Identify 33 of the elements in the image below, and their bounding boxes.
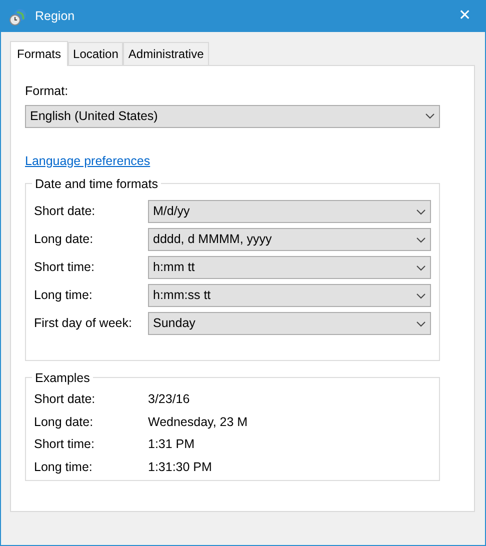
example-label: Long time: (34, 458, 94, 476)
example-label: Long date: (34, 414, 94, 431)
field-label: First day of week: (34, 315, 133, 332)
dropdown[interactable]: Sunday (148, 312, 431, 335)
example-value: Wednesday, 23 M (148, 414, 248, 431)
dropdown[interactable]: dddd, d MMMM, yyyy (148, 228, 431, 251)
window-title: Region (35, 8, 76, 26)
format-label: Format: (25, 83, 70, 100)
chevron-down-icon (416, 320, 426, 326)
field-label: Short date: (34, 203, 96, 220)
tab[interactable]: Location (68, 42, 124, 65)
dropdown[interactable]: English (United States) (25, 104, 440, 128)
chevron-down-icon (416, 292, 426, 298)
tab[interactable]: Administrative (123, 42, 209, 65)
field-label: Long date: (34, 231, 94, 248)
dropdown[interactable]: h:mm:ss tt (148, 284, 431, 307)
chevron-down-icon (416, 264, 426, 270)
language-preferences-link[interactable]: Language preferences (25, 154, 150, 168)
example-value: 3/23/16 (148, 391, 190, 408)
chevron-down-icon (416, 236, 426, 242)
chevron-down-icon (425, 113, 435, 120)
field-label: Short time: (34, 259, 96, 276)
close-button[interactable]: ✕ (445, 1, 485, 32)
example-label: Short time: (34, 436, 96, 454)
dropdown[interactable]: M/d/yy (148, 200, 431, 223)
tab[interactable]: Formats (10, 41, 68, 66)
dropdown[interactable]: h:mm tt (148, 256, 431, 279)
example-label: Short date: (34, 391, 96, 408)
chevron-down-icon (416, 208, 426, 214)
globe-clock-icon (9, 8, 27, 26)
field-label: Long time: (34, 287, 94, 304)
example-value: 1:31:30 PM (148, 458, 212, 476)
example-value: 1:31 PM (148, 436, 195, 454)
